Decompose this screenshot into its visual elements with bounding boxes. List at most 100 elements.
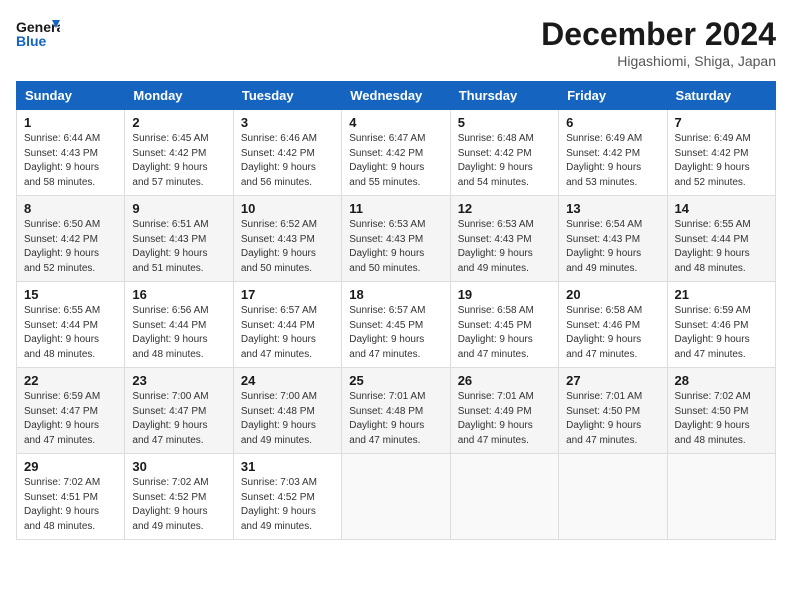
calendar-cell: 6 Sunrise: 6:49 AMSunset: 4:42 PMDayligh…: [559, 110, 667, 196]
calendar-week-row: 15 Sunrise: 6:55 AMSunset: 4:44 PMDaylig…: [17, 282, 776, 368]
day-info: Sunrise: 7:00 AMSunset: 4:47 PMDaylight:…: [132, 391, 208, 446]
calendar-cell: 18 Sunrise: 6:57 AMSunset: 4:45 PMDaylig…: [342, 282, 450, 368]
day-info: Sunrise: 6:57 AMSunset: 4:45 PMDaylight:…: [349, 305, 425, 360]
day-number: 1: [24, 115, 117, 130]
calendar-cell: 4 Sunrise: 6:47 AMSunset: 4:42 PMDayligh…: [342, 110, 450, 196]
col-header-friday: Friday: [559, 82, 667, 110]
logo-icon: General Blue: [16, 16, 60, 52]
calendar-cell: 11 Sunrise: 6:53 AMSunset: 4:43 PMDaylig…: [342, 196, 450, 282]
day-info: Sunrise: 6:59 AMSunset: 4:46 PMDaylight:…: [675, 305, 751, 360]
day-info: Sunrise: 6:50 AMSunset: 4:42 PMDaylight:…: [24, 219, 100, 274]
day-info: Sunrise: 6:45 AMSunset: 4:42 PMDaylight:…: [132, 133, 208, 188]
col-header-wednesday: Wednesday: [342, 82, 450, 110]
day-number: 23: [132, 373, 225, 388]
day-info: Sunrise: 6:55 AMSunset: 4:44 PMDaylight:…: [24, 305, 100, 360]
day-info: Sunrise: 7:03 AMSunset: 4:52 PMDaylight:…: [241, 477, 317, 532]
day-number: 30: [132, 459, 225, 474]
day-info: Sunrise: 6:56 AMSunset: 4:44 PMDaylight:…: [132, 305, 208, 360]
calendar-cell: 23 Sunrise: 7:00 AMSunset: 4:47 PMDaylig…: [125, 368, 233, 454]
calendar-subtitle: Higashiomi, Shiga, Japan: [541, 53, 776, 69]
page-header: General Blue December 2024 Higashiomi, S…: [16, 16, 776, 69]
calendar-cell: 27 Sunrise: 7:01 AMSunset: 4:50 PMDaylig…: [559, 368, 667, 454]
day-info: Sunrise: 6:51 AMSunset: 4:43 PMDaylight:…: [132, 219, 208, 274]
day-info: Sunrise: 7:01 AMSunset: 4:48 PMDaylight:…: [349, 391, 425, 446]
day-info: Sunrise: 6:54 AMSunset: 4:43 PMDaylight:…: [566, 219, 642, 274]
day-info: Sunrise: 7:02 AMSunset: 4:52 PMDaylight:…: [132, 477, 208, 532]
calendar-cell: 7 Sunrise: 6:49 AMSunset: 4:42 PMDayligh…: [667, 110, 775, 196]
day-number: 27: [566, 373, 659, 388]
day-info: Sunrise: 7:01 AMSunset: 4:50 PMDaylight:…: [566, 391, 642, 446]
calendar-cell: 1 Sunrise: 6:44 AMSunset: 4:43 PMDayligh…: [17, 110, 125, 196]
day-info: Sunrise: 6:49 AMSunset: 4:42 PMDaylight:…: [675, 133, 751, 188]
day-number: 20: [566, 287, 659, 302]
day-number: 9: [132, 201, 225, 216]
calendar-cell: [342, 454, 450, 540]
calendar-cell: [559, 454, 667, 540]
day-number: 24: [241, 373, 334, 388]
calendar-cell: 17 Sunrise: 6:57 AMSunset: 4:44 PMDaylig…: [233, 282, 341, 368]
calendar-cell: 20 Sunrise: 6:58 AMSunset: 4:46 PMDaylig…: [559, 282, 667, 368]
day-number: 5: [458, 115, 551, 130]
day-info: Sunrise: 6:58 AMSunset: 4:46 PMDaylight:…: [566, 305, 642, 360]
day-info: Sunrise: 6:58 AMSunset: 4:45 PMDaylight:…: [458, 305, 534, 360]
calendar-table: SundayMondayTuesdayWednesdayThursdayFrid…: [16, 81, 776, 540]
day-info: Sunrise: 7:02 AMSunset: 4:51 PMDaylight:…: [24, 477, 100, 532]
day-number: 2: [132, 115, 225, 130]
calendar-cell: 9 Sunrise: 6:51 AMSunset: 4:43 PMDayligh…: [125, 196, 233, 282]
calendar-cell: 3 Sunrise: 6:46 AMSunset: 4:42 PMDayligh…: [233, 110, 341, 196]
col-header-saturday: Saturday: [667, 82, 775, 110]
calendar-cell: 8 Sunrise: 6:50 AMSunset: 4:42 PMDayligh…: [17, 196, 125, 282]
col-header-tuesday: Tuesday: [233, 82, 341, 110]
calendar-cell: 31 Sunrise: 7:03 AMSunset: 4:52 PMDaylig…: [233, 454, 341, 540]
col-header-monday: Monday: [125, 82, 233, 110]
day-number: 21: [675, 287, 768, 302]
calendar-week-row: 8 Sunrise: 6:50 AMSunset: 4:42 PMDayligh…: [17, 196, 776, 282]
calendar-cell: 12 Sunrise: 6:53 AMSunset: 4:43 PMDaylig…: [450, 196, 558, 282]
day-number: 22: [24, 373, 117, 388]
day-number: 11: [349, 201, 442, 216]
calendar-week-row: 22 Sunrise: 6:59 AMSunset: 4:47 PMDaylig…: [17, 368, 776, 454]
day-info: Sunrise: 6:46 AMSunset: 4:42 PMDaylight:…: [241, 133, 317, 188]
day-info: Sunrise: 6:49 AMSunset: 4:42 PMDaylight:…: [566, 133, 642, 188]
calendar-cell: 2 Sunrise: 6:45 AMSunset: 4:42 PMDayligh…: [125, 110, 233, 196]
day-info: Sunrise: 6:47 AMSunset: 4:42 PMDaylight:…: [349, 133, 425, 188]
calendar-cell: 13 Sunrise: 6:54 AMSunset: 4:43 PMDaylig…: [559, 196, 667, 282]
day-number: 10: [241, 201, 334, 216]
svg-text:Blue: Blue: [16, 33, 47, 49]
calendar-cell: [667, 454, 775, 540]
calendar-cell: 15 Sunrise: 6:55 AMSunset: 4:44 PMDaylig…: [17, 282, 125, 368]
calendar-week-row: 29 Sunrise: 7:02 AMSunset: 4:51 PMDaylig…: [17, 454, 776, 540]
day-number: 19: [458, 287, 551, 302]
day-info: Sunrise: 7:00 AMSunset: 4:48 PMDaylight:…: [241, 391, 317, 446]
day-number: 6: [566, 115, 659, 130]
day-number: 8: [24, 201, 117, 216]
calendar-cell: 14 Sunrise: 6:55 AMSunset: 4:44 PMDaylig…: [667, 196, 775, 282]
calendar-cell: 22 Sunrise: 6:59 AMSunset: 4:47 PMDaylig…: [17, 368, 125, 454]
logo: General Blue: [16, 16, 60, 52]
day-number: 31: [241, 459, 334, 474]
day-number: 15: [24, 287, 117, 302]
calendar-cell: 24 Sunrise: 7:00 AMSunset: 4:48 PMDaylig…: [233, 368, 341, 454]
day-info: Sunrise: 6:48 AMSunset: 4:42 PMDaylight:…: [458, 133, 534, 188]
day-number: 13: [566, 201, 659, 216]
day-number: 12: [458, 201, 551, 216]
day-number: 25: [349, 373, 442, 388]
calendar-title: December 2024: [541, 16, 776, 53]
day-info: Sunrise: 6:57 AMSunset: 4:44 PMDaylight:…: [241, 305, 317, 360]
day-info: Sunrise: 6:52 AMSunset: 4:43 PMDaylight:…: [241, 219, 317, 274]
calendar-header-row: SundayMondayTuesdayWednesdayThursdayFrid…: [17, 82, 776, 110]
calendar-cell: 21 Sunrise: 6:59 AMSunset: 4:46 PMDaylig…: [667, 282, 775, 368]
day-number: 29: [24, 459, 117, 474]
day-number: 16: [132, 287, 225, 302]
calendar-week-row: 1 Sunrise: 6:44 AMSunset: 4:43 PMDayligh…: [17, 110, 776, 196]
calendar-cell: 25 Sunrise: 7:01 AMSunset: 4:48 PMDaylig…: [342, 368, 450, 454]
col-header-thursday: Thursday: [450, 82, 558, 110]
day-number: 17: [241, 287, 334, 302]
day-info: Sunrise: 6:53 AMSunset: 4:43 PMDaylight:…: [458, 219, 534, 274]
day-number: 28: [675, 373, 768, 388]
day-info: Sunrise: 6:55 AMSunset: 4:44 PMDaylight:…: [675, 219, 751, 274]
day-number: 7: [675, 115, 768, 130]
calendar-cell: 28 Sunrise: 7:02 AMSunset: 4:50 PMDaylig…: [667, 368, 775, 454]
calendar-cell: 30 Sunrise: 7:02 AMSunset: 4:52 PMDaylig…: [125, 454, 233, 540]
calendar-cell: [450, 454, 558, 540]
